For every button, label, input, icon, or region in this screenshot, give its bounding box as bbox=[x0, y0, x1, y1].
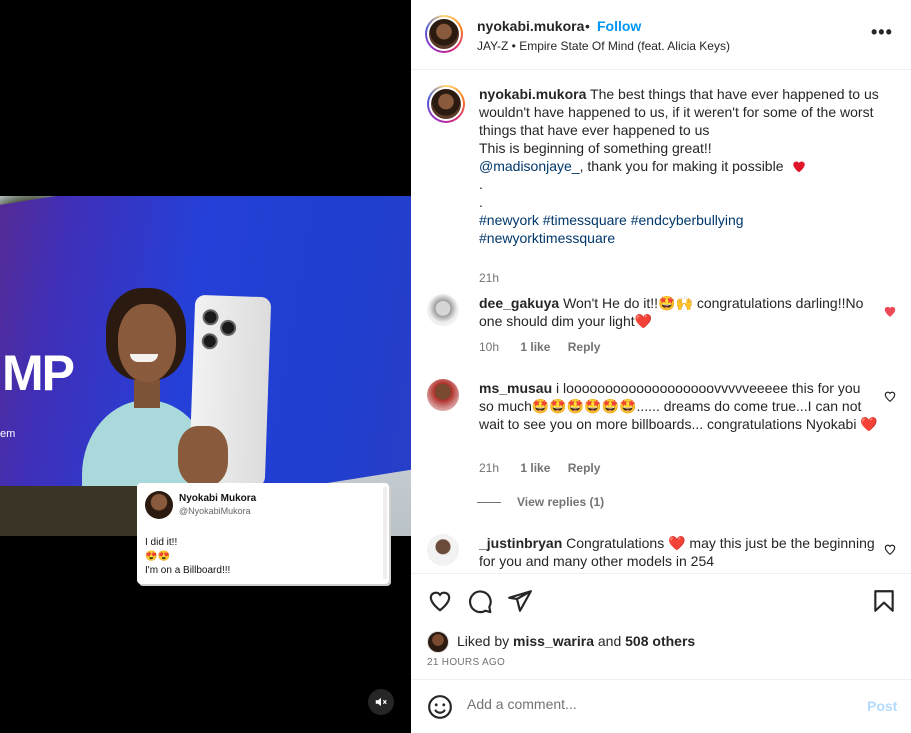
billboard-hand bbox=[178, 426, 228, 486]
follow-button[interactable]: Follow bbox=[597, 18, 641, 34]
commenter-avatar[interactable] bbox=[427, 534, 459, 566]
music-label[interactable]: JAY-Z • Empire State Of Mind (feat. Alic… bbox=[477, 39, 730, 53]
comment-icon[interactable] bbox=[467, 588, 493, 614]
comment-time: 10h bbox=[479, 340, 500, 354]
save-bookmark-icon[interactable] bbox=[871, 588, 897, 614]
comment-input[interactable] bbox=[467, 696, 847, 712]
post-timestamp: 21 HOURS AGO bbox=[427, 657, 506, 668]
comment-like-heart-icon[interactable] bbox=[883, 542, 897, 556]
tweet-text: I did it!! 😍😍 I'm on a Billboard!!! bbox=[145, 537, 231, 576]
post-panel: nyokabi.mukora • Follow JAY-Z • Empire S… bbox=[411, 0, 911, 733]
like-heart-icon[interactable] bbox=[427, 588, 453, 614]
comment-username[interactable]: dee_gakuya bbox=[479, 295, 559, 311]
reply-button[interactable]: Reply bbox=[568, 461, 601, 475]
comment-likes[interactable]: 1 like bbox=[520, 340, 550, 354]
hashtag-link[interactable]: #newyorktimessquare bbox=[479, 230, 615, 246]
mute-button[interactable] bbox=[368, 689, 394, 715]
comment-time: 21h bbox=[479, 461, 500, 475]
likes-count[interactable]: 508 others bbox=[625, 633, 695, 649]
view-replies-label: View replies (1) bbox=[517, 495, 605, 509]
billboard-sub-text: em bbox=[0, 428, 16, 440]
add-comment-bar: Post bbox=[411, 679, 911, 733]
caption-avatar[interactable] bbox=[427, 85, 465, 123]
separator-dot: • bbox=[585, 18, 590, 34]
liked-by-user[interactable]: miss_warira bbox=[513, 633, 594, 649]
more-icon: ••• bbox=[871, 22, 893, 42]
tweet-handle: @NyokabiMukora bbox=[179, 506, 251, 516]
mention-link[interactable]: @madisonjaye_ bbox=[479, 158, 580, 174]
more-options-button[interactable]: ••• bbox=[871, 22, 893, 43]
comment-meta: 10h 1 like Reply bbox=[479, 340, 600, 354]
replies-divider bbox=[477, 502, 501, 504]
tweet-name: Nyokabi Mukora bbox=[179, 493, 257, 504]
caption-username[interactable]: nyokabi.mukora bbox=[479, 86, 586, 102]
commenter-avatar[interactable] bbox=[427, 294, 459, 326]
liked-by-prefix: Liked by bbox=[457, 633, 510, 649]
tweet-overlay: Nyokabi Mukora @NyokabiMukora I did it!!… bbox=[137, 483, 389, 584]
view-replies-button[interactable]: View replies (1) bbox=[477, 495, 604, 509]
speaker-muted-icon bbox=[375, 697, 387, 707]
hashtag-links[interactable]: #newyork #timessquare #endcyberbullying bbox=[479, 212, 744, 228]
billboard-brand-text: MP bbox=[2, 345, 75, 401]
liked-and: and bbox=[597, 633, 622, 649]
comment-like-heart-icon[interactable] bbox=[883, 389, 897, 403]
caption-dot-2: . bbox=[479, 194, 483, 210]
post-header: nyokabi.mukora • Follow JAY-Z • Empire S… bbox=[411, 0, 911, 70]
comment-likes[interactable]: 1 like bbox=[520, 461, 550, 475]
comment-username[interactable]: ms_musau bbox=[479, 380, 552, 396]
comment-meta: 21h 1 like Reply bbox=[479, 461, 600, 475]
share-icon[interactable] bbox=[507, 588, 533, 614]
tweet-scrollbar bbox=[383, 487, 387, 579]
reply-button[interactable]: Reply bbox=[568, 340, 601, 354]
comment-like-heart-icon[interactable] bbox=[883, 304, 897, 318]
caption-dot: . bbox=[479, 176, 483, 192]
caption-text-2: This is beginning of something great!! bbox=[479, 140, 712, 156]
commenter-avatar[interactable] bbox=[427, 379, 459, 411]
author-avatar[interactable] bbox=[425, 15, 463, 53]
caption-time: 21h bbox=[479, 271, 500, 285]
comment-username[interactable]: _justinbryan bbox=[479, 535, 562, 551]
caption-thanks: , thank you for making it possible bbox=[579, 158, 784, 174]
likes-summary[interactable]: Liked by miss_warira and 508 others bbox=[457, 633, 695, 649]
liker-avatar[interactable] bbox=[427, 631, 449, 653]
ground bbox=[0, 486, 140, 536]
post-comment-button[interactable]: Post bbox=[867, 698, 897, 714]
tweet-avatar bbox=[145, 491, 173, 519]
red-heart-icon bbox=[793, 161, 806, 173]
action-bar: Liked by miss_warira and 508 others 21 H… bbox=[411, 573, 911, 679]
author-username[interactable]: nyokabi.mukora bbox=[477, 18, 584, 34]
comments-list[interactable]: nyokabi.mukora The best things that have… bbox=[411, 71, 911, 573]
post-media[interactable]: MP em Nyokabi Mukora @NyokabiMukora I di… bbox=[0, 0, 411, 733]
emoji-icon[interactable] bbox=[427, 694, 453, 720]
